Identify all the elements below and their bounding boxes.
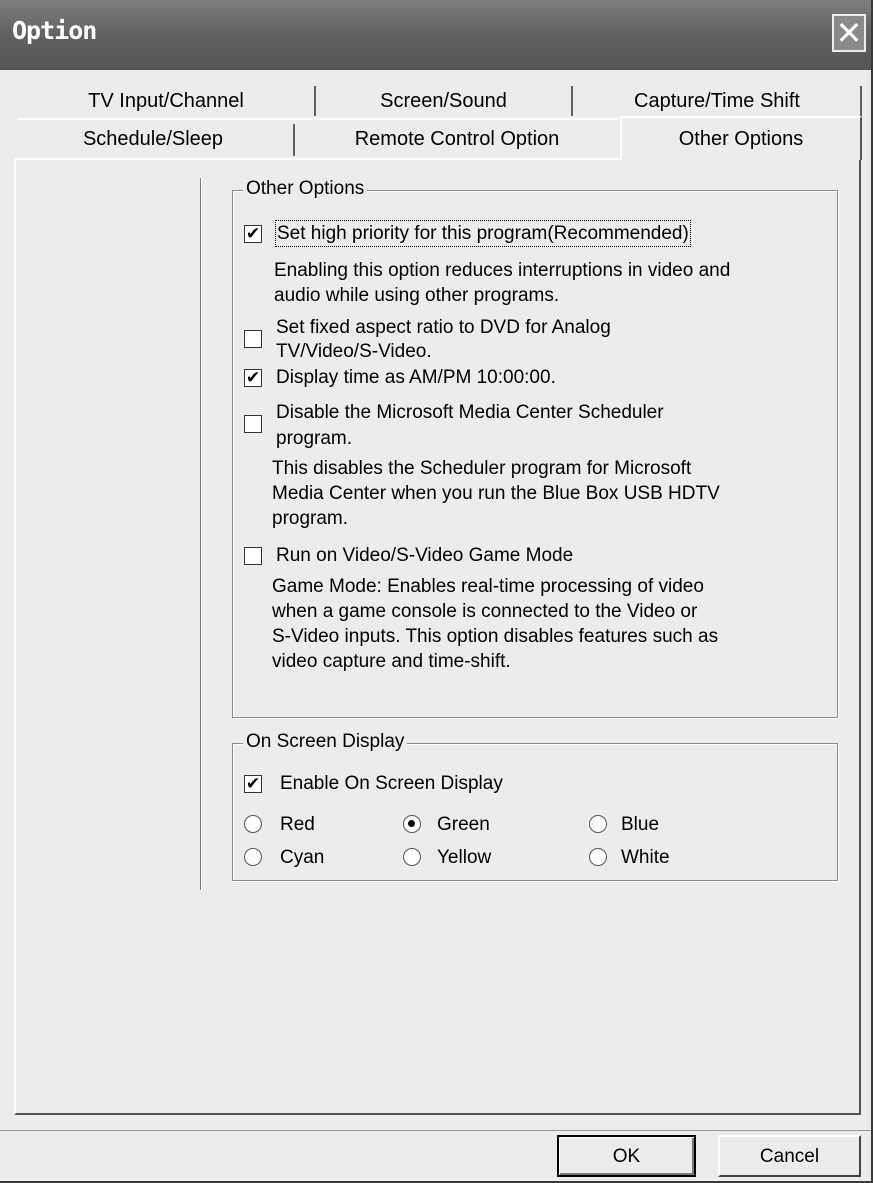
high-priority-desc-line2: audio while using other programs. <box>274 285 560 306</box>
radio-green-label[interactable]: Green <box>437 813 490 836</box>
radio-white[interactable] <box>589 848 607 866</box>
tab-divider <box>860 86 862 116</box>
disable-scheduler-desc-line2: Media Center when you run the Blue Box U… <box>272 483 720 504</box>
fixed-aspect-checkbox[interactable] <box>244 330 262 348</box>
close-icon: ✕ <box>835 14 863 52</box>
ampm-label[interactable]: Display time as AM/PM 10:00:00. <box>276 366 556 389</box>
tab-screen-sound[interactable]: Screen/Sound <box>316 82 571 116</box>
disable-scheduler-checkbox[interactable] <box>244 415 262 433</box>
window-title: Option <box>12 16 97 45</box>
radio-white-label[interactable]: White <box>621 846 670 869</box>
other-options-group-title: Other Options <box>243 178 368 200</box>
close-button[interactable]: ✕ <box>832 14 866 52</box>
enable-osd-label[interactable]: Enable On Screen Display <box>280 772 503 795</box>
tab-schedule-sleep[interactable]: Schedule/Sleep <box>14 120 292 158</box>
ampm-checkbox[interactable]: ✔ <box>244 369 262 387</box>
tab-tv-input-channel[interactable]: TV Input/Channel <box>18 82 314 116</box>
tab-other-options[interactable]: Other Options <box>620 116 862 160</box>
radio-cyan-label[interactable]: Cyan <box>280 846 324 869</box>
high-priority-checkbox[interactable]: ✔ <box>244 225 262 243</box>
radio-green[interactable] <box>403 815 421 833</box>
disable-scheduler-label-line1[interactable]: Disable the Microsoft Media Center Sched… <box>276 401 664 424</box>
radio-cyan[interactable] <box>244 848 262 866</box>
ok-button[interactable]: OK <box>557 1135 696 1177</box>
fixed-aspect-label-line1[interactable]: Set fixed aspect ratio to DVD for Analog <box>276 316 611 339</box>
radio-red[interactable] <box>244 815 262 833</box>
title-bar[interactable]: Option ✕ <box>0 0 871 70</box>
radio-yellow[interactable] <box>403 848 421 866</box>
tab-capture-time-shift[interactable]: Capture/Time Shift <box>573 82 861 116</box>
radio-yellow-label[interactable]: Yellow <box>437 846 491 869</box>
game-mode-desc-line4: video capture and time-shift. <box>272 651 511 672</box>
game-mode-desc-line3: S-Video inputs. This option disables fea… <box>272 626 719 647</box>
cancel-button[interactable]: Cancel <box>718 1135 861 1177</box>
disable-scheduler-desc-line1: This disables the Scheduler program for … <box>272 458 692 479</box>
tab-remote-control-option[interactable]: Remote Control Option <box>295 120 619 158</box>
game-mode-label[interactable]: Run on Video/S-Video Game Mode <box>276 544 573 567</box>
footer-divider <box>0 1130 871 1131</box>
radio-red-label[interactable]: Red <box>280 813 315 836</box>
game-mode-desc-line2: when a game console is connected to the … <box>272 601 698 622</box>
radio-blue-label[interactable]: Blue <box>621 813 659 836</box>
option-dialog: Option ✕ TV Input/Channel Screen/Sound C… <box>0 0 873 1183</box>
game-mode-desc-line1: Game Mode: Enables real-time processing … <box>272 576 704 597</box>
high-priority-label[interactable]: Set high priority for this program(Recom… <box>275 220 691 247</box>
disable-scheduler-label-line2[interactable]: program. <box>276 427 352 450</box>
radio-selected-dot <box>408 820 415 827</box>
divider-line-highlight <box>201 178 202 890</box>
game-mode-checkbox[interactable] <box>244 547 262 565</box>
radio-blue[interactable] <box>589 815 607 833</box>
fixed-aspect-label-line2[interactable]: TV/Video/S-Video. <box>276 340 432 363</box>
disable-scheduler-desc-line3: program. <box>272 508 349 529</box>
osd-group-title: On Screen Display <box>243 731 408 753</box>
enable-osd-checkbox[interactable]: ✔ <box>244 775 262 793</box>
high-priority-desc-line1: Enabling this option reduces interruptio… <box>274 260 731 281</box>
